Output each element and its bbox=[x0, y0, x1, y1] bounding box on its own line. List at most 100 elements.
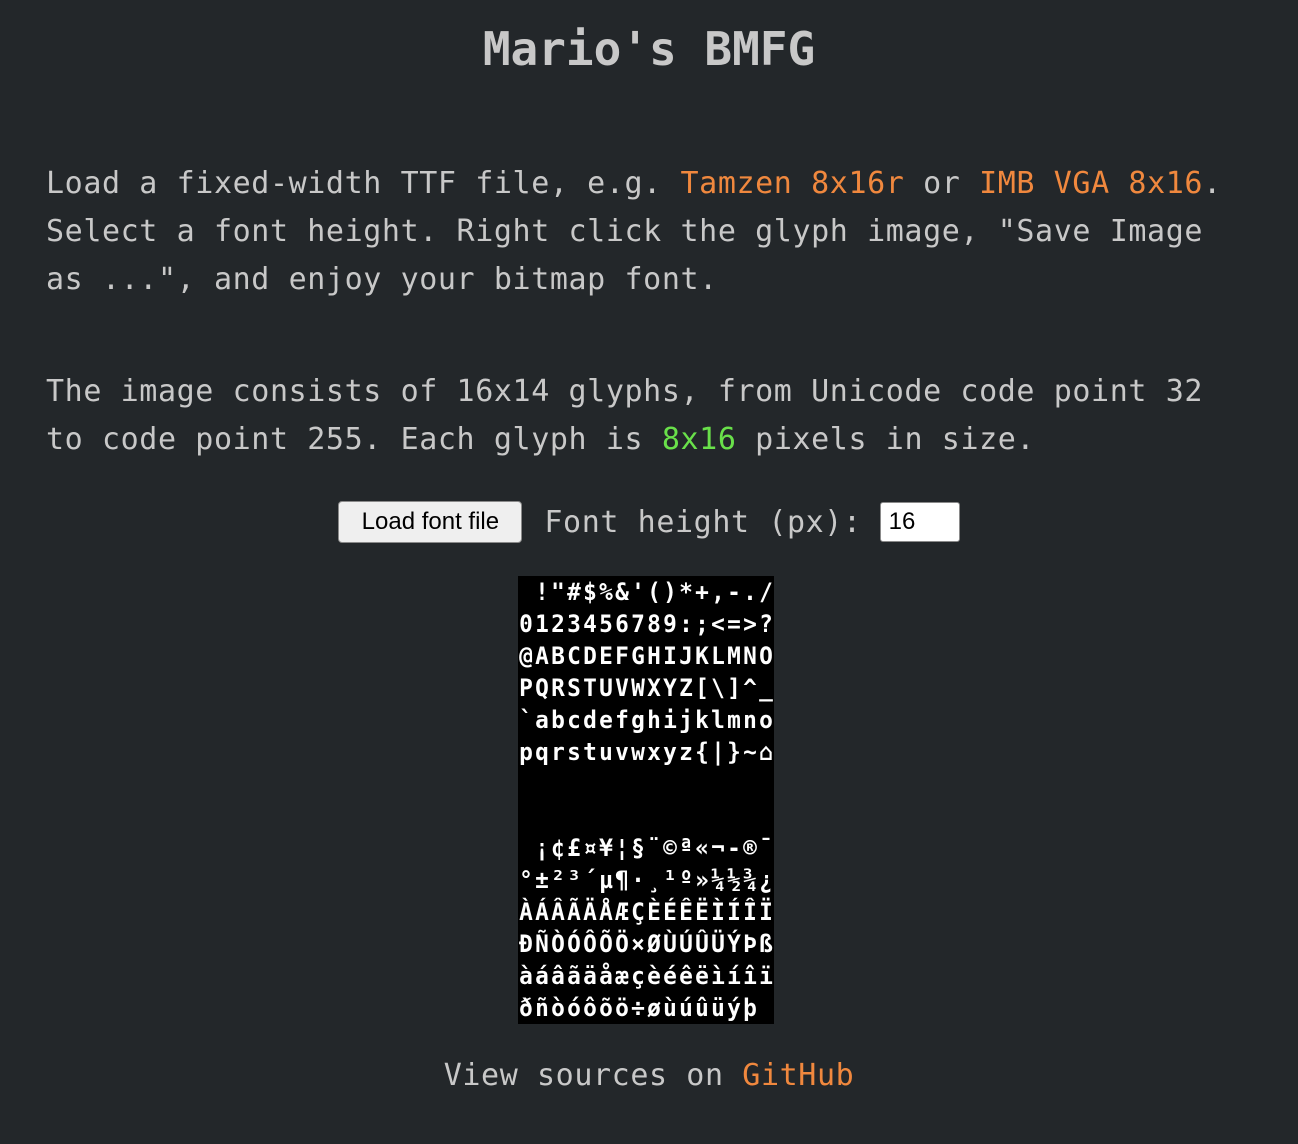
font-height-input[interactable] bbox=[879, 502, 960, 542]
glyph: ø bbox=[647, 994, 661, 1022]
glyph: f bbox=[615, 706, 629, 734]
glyph: ³ bbox=[567, 866, 581, 894]
glyph: [ bbox=[695, 674, 709, 702]
glyph: & bbox=[615, 578, 629, 606]
glyph-row: P Q R S T U V W X Y Z[\] ^ _ bbox=[518, 672, 774, 704]
glyph: # bbox=[567, 578, 581, 606]
glyph: Â bbox=[551, 898, 565, 926]
glyph: ö bbox=[615, 994, 629, 1022]
glyph: ó bbox=[567, 994, 581, 1022]
glyph: ô bbox=[583, 994, 597, 1022]
glyph: w bbox=[631, 738, 645, 766]
glyph bbox=[710, 768, 725, 800]
glyph: x bbox=[647, 738, 661, 766]
glyph: Ï bbox=[759, 898, 773, 926]
tamzen-link[interactable]: Tamzen 8x16r bbox=[681, 166, 905, 201]
glyph bbox=[630, 800, 645, 832]
glyph: h bbox=[647, 706, 661, 734]
glyph bbox=[550, 768, 565, 800]
glyph: > bbox=[743, 610, 757, 638]
glyph: ² bbox=[551, 866, 565, 894]
glyph: O bbox=[759, 642, 773, 670]
glyph: m bbox=[727, 706, 741, 734]
glyph-size-value: 8x16 bbox=[661, 422, 737, 457]
glyph: Ó bbox=[567, 930, 581, 958]
glyph: Ã bbox=[567, 898, 581, 926]
glyph: 4 bbox=[583, 610, 597, 638]
glyph: 7 bbox=[631, 610, 645, 638]
page: Mario's BMFG Load a fixed-width TTF file… bbox=[0, 0, 1298, 1144]
glyph: ä bbox=[583, 962, 597, 990]
glyph: Õ bbox=[599, 930, 613, 958]
glyph bbox=[582, 800, 597, 832]
glyph: ã bbox=[567, 962, 581, 990]
glyph: ½ bbox=[727, 866, 741, 894]
glyph: M bbox=[727, 642, 741, 670]
glyph bbox=[742, 768, 757, 800]
glyph: â bbox=[551, 962, 565, 990]
glyph: a bbox=[535, 706, 549, 734]
glyph: e bbox=[599, 706, 613, 734]
glyph: k bbox=[695, 706, 709, 734]
glyph: n bbox=[743, 706, 757, 734]
glyph: ð bbox=[519, 994, 533, 1022]
glyph: N bbox=[743, 642, 757, 670]
glyph bbox=[518, 576, 533, 608]
glyph: ] bbox=[727, 674, 741, 702]
glyph: ® bbox=[743, 834, 757, 862]
glyph: ? bbox=[759, 610, 773, 638]
glyph: $ bbox=[583, 578, 597, 606]
glyph: F bbox=[615, 642, 629, 670]
glyph: , bbox=[711, 578, 725, 606]
glyph bbox=[726, 800, 741, 832]
glyph-image[interactable]: ! " # $% & '() * +, -./0 1 2 3 4 5 6 7 8 9:; < = >? @ A B C D E F G H… bbox=[518, 576, 774, 1024]
glyph: V bbox=[615, 674, 629, 702]
glyph: Ì bbox=[711, 898, 725, 926]
glyph: Ë bbox=[695, 898, 709, 926]
glyph bbox=[534, 768, 549, 800]
glyph: 3 bbox=[567, 610, 581, 638]
glyph: ¬ bbox=[711, 834, 725, 862]
github-link[interactable]: GitHub bbox=[742, 1058, 854, 1093]
glyph: - bbox=[727, 578, 741, 606]
glyph: - bbox=[727, 834, 741, 862]
glyph: ¥ bbox=[599, 834, 613, 862]
glyph bbox=[662, 768, 677, 800]
glyph: = bbox=[727, 610, 741, 638]
glyph: E bbox=[599, 642, 613, 670]
glyph-row: ` a b c d e f g h i j k l m n o bbox=[518, 704, 774, 736]
glyph: Ú bbox=[679, 930, 693, 958]
glyph: r bbox=[551, 738, 565, 766]
glyph-row: ð ñ ò ó ô õ ö ÷ ø ù ú û ü ý þ bbox=[518, 992, 774, 1024]
glyph: à bbox=[519, 962, 533, 990]
glyph: A bbox=[535, 642, 549, 670]
glyph: Î bbox=[743, 898, 757, 926]
glyph: U bbox=[599, 674, 613, 702]
glyph: j bbox=[679, 706, 693, 734]
glyph: ; bbox=[695, 610, 709, 638]
load-font-button[interactable]: Load font file bbox=[338, 501, 523, 543]
glyph: Ü bbox=[711, 930, 725, 958]
glyph: Ç bbox=[631, 898, 645, 926]
glyph: ⌂ bbox=[759, 738, 773, 766]
glyph: é bbox=[663, 962, 677, 990]
glyph bbox=[614, 768, 629, 800]
ibm-vga-link[interactable]: IMB VGA 8x16 bbox=[979, 166, 1203, 201]
glyph: z bbox=[679, 738, 693, 766]
glyph-row: ÀÁÂÃÄÅÆÇÈÉÊËÌÍÎÏ bbox=[518, 896, 774, 928]
glyph: 6 bbox=[615, 610, 629, 638]
glyph bbox=[598, 768, 613, 800]
glyph bbox=[630, 768, 645, 800]
glyph: å bbox=[599, 962, 613, 990]
glyph: ¼ bbox=[711, 866, 725, 894]
glyph: ¦ bbox=[615, 834, 629, 862]
glyph: É bbox=[663, 898, 677, 926]
glyph: ! bbox=[535, 578, 549, 606]
glyph bbox=[566, 768, 581, 800]
glyph: % bbox=[599, 578, 613, 606]
glyph-row: ° ± ² ³ ´ µ ¶ · ¸ ¹ º» ¼ ½ ¾ ¿ bbox=[518, 864, 774, 896]
glyph: \ bbox=[711, 674, 725, 702]
glyph: H bbox=[647, 642, 661, 670]
glyph: Ð bbox=[519, 930, 533, 958]
glyph: ~ bbox=[743, 738, 757, 766]
